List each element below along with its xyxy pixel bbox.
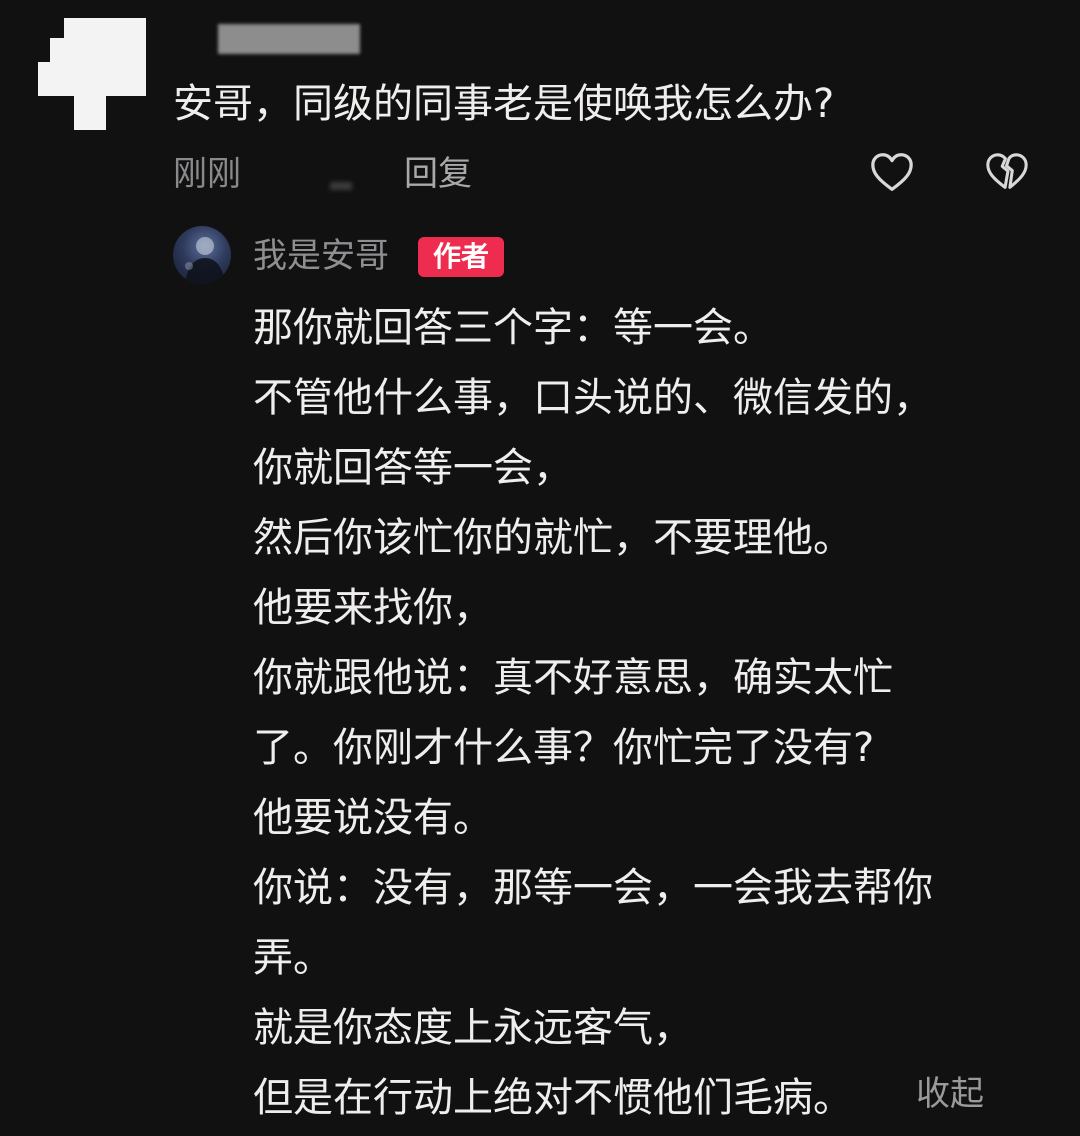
comment-time: 刚刚 (173, 154, 241, 194)
broken-heart-icon[interactable] (984, 150, 1030, 196)
reply-line: 你就回答等一会， (253, 445, 573, 491)
reply-line: 但是在行动上绝对不惯他们毛病。 (253, 1075, 853, 1121)
commenter-avatar[interactable] (38, 18, 146, 130)
reply-line: 他要来找你， (253, 585, 493, 631)
reply-line: 弄。 (253, 935, 333, 981)
author-username[interactable]: 我是安哥 (253, 234, 389, 278)
reply-line: 不管他什么事，口头说的、微信发的， (253, 375, 933, 421)
reply-line: 那你就回答三个字：等一会。 (253, 305, 773, 351)
comment-text: 安哥，同级的同事老是使唤我怎么办? (173, 81, 835, 127)
reply-line: 了。你刚才什么事？你忙完了没有? (253, 725, 875, 771)
author-badge: 作者 (418, 237, 504, 277)
commenter-name-redacted (218, 24, 360, 54)
reply-text: 那你就回答三个字：等一会。 不管他什么事，口头说的、微信发的， 你就回答等一会，… (253, 296, 933, 1136)
avatar-pixel (38, 62, 146, 96)
avatar-pixel (50, 38, 146, 62)
reply-line: 你说：没有，那等一会，一会我去帮你 (253, 865, 933, 911)
reply-line: 然后你该忙你的就忙，不要理他。 (253, 515, 853, 561)
reply-line: 你就跟他说：真不好意思，确实太忙 (253, 655, 893, 701)
reply-button[interactable]: 回复 (404, 152, 472, 196)
heart-icon[interactable] (869, 150, 915, 196)
author-avatar[interactable] (173, 226, 231, 284)
reply-line: 他要说没有。 (253, 795, 493, 841)
reply-line: 就是你态度上永远客气， (253, 1005, 693, 1051)
avatar-pixel (64, 18, 146, 38)
comment-location-redacted (330, 182, 352, 190)
collapse-button[interactable]: 收起 (916, 1072, 984, 1116)
avatar-pixel (74, 96, 106, 130)
